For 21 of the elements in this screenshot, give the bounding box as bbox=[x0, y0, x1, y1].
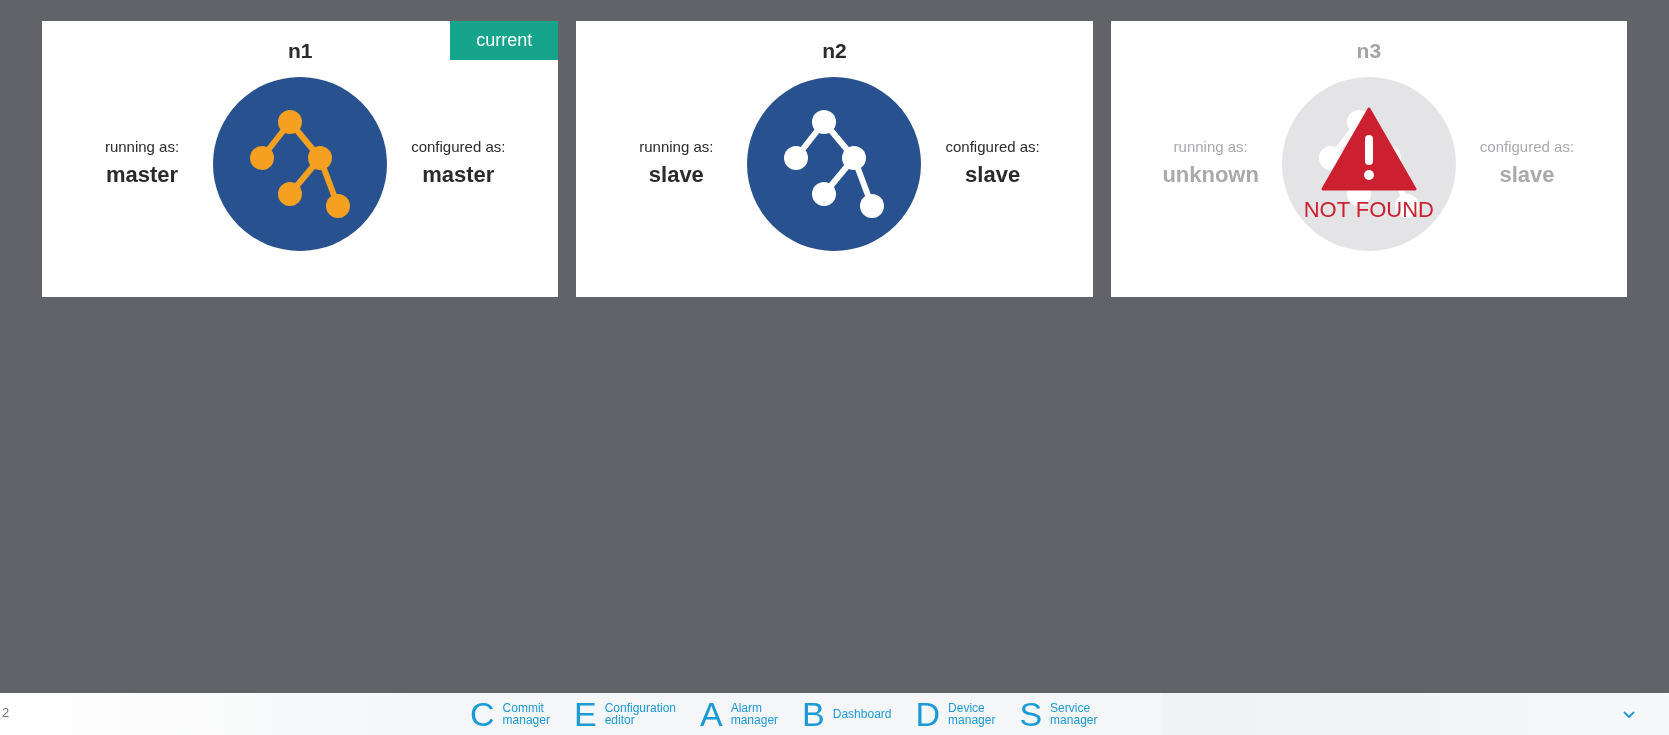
running-value: unknown bbox=[1162, 161, 1259, 190]
running-label: running as: bbox=[1173, 136, 1248, 157]
configured-value: master bbox=[422, 161, 495, 190]
configured-value: slave bbox=[965, 161, 1021, 190]
running-label: running as: bbox=[104, 136, 180, 157]
warning-icon bbox=[1320, 107, 1417, 191]
configured-label: configured as: bbox=[411, 136, 506, 157]
page-number: 2 bbox=[2, 704, 10, 722]
configured-value: slave bbox=[1499, 161, 1555, 190]
node-title: n1 bbox=[287, 38, 313, 64]
configured-label: configured as: bbox=[945, 136, 1040, 157]
current-badge: current bbox=[450, 21, 559, 60]
chevron-down-icon[interactable] bbox=[1623, 711, 1635, 719]
running-value: master bbox=[105, 161, 179, 190]
running-value: slave bbox=[648, 161, 704, 190]
running-label: running as: bbox=[639, 136, 714, 157]
dock-app-button[interactable]: B Dashboard bbox=[802, 697, 892, 731]
not-found-label: NOT FOUND bbox=[1303, 196, 1434, 224]
configured-label: configured as: bbox=[1479, 136, 1575, 157]
node-title: n2 bbox=[822, 38, 847, 64]
node-title: n3 bbox=[1356, 38, 1382, 64]
